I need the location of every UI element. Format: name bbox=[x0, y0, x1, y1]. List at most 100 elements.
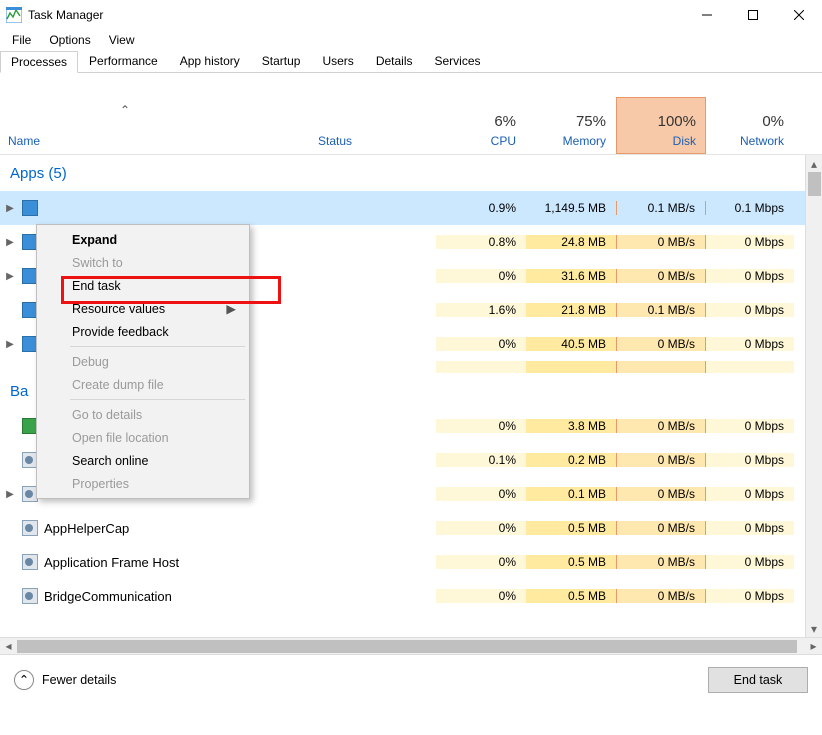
menu-bar: File Options View bbox=[0, 30, 822, 50]
chevron-right-icon[interactable]: ▶ bbox=[4, 339, 16, 350]
process-icon bbox=[22, 554, 38, 570]
scroll-track[interactable] bbox=[17, 638, 805, 655]
maximize-button[interactable] bbox=[730, 0, 776, 30]
cell-cpu: 0.9% bbox=[436, 201, 526, 215]
table-row[interactable]: AppHelperCap 0% 0.5 MB 0 MB/s 0 Mbps bbox=[0, 511, 822, 545]
cell-disk: 0 MB/s bbox=[616, 269, 706, 283]
cell-cpu: 0% bbox=[436, 589, 526, 603]
cell-mem: 31.6 MB bbox=[526, 269, 616, 283]
tab-users[interactable]: Users bbox=[311, 50, 364, 72]
menu-view[interactable]: View bbox=[101, 31, 143, 49]
horizontal-scrollbar[interactable]: ◂ ▸ bbox=[0, 637, 822, 654]
chevron-right-icon[interactable]: ▶ bbox=[4, 237, 16, 248]
menu-options[interactable]: Options bbox=[41, 31, 98, 49]
col-disk[interactable]: 100% Disk bbox=[616, 97, 706, 154]
process-name: AppHelperCap bbox=[44, 521, 129, 536]
cell-cpu: 0.8% bbox=[436, 235, 526, 249]
cell-net: 0 Mbps bbox=[706, 453, 794, 467]
table-row[interactable]: BridgeCommunication 0% 0.5 MB 0 MB/s 0 M… bbox=[0, 579, 822, 613]
cell-cpu: 0% bbox=[436, 419, 526, 433]
chevron-right-icon[interactable]: ▶ bbox=[4, 203, 16, 214]
process-icon bbox=[22, 588, 38, 604]
ctx-provide-feedback[interactable]: Provide feedback bbox=[40, 320, 246, 343]
cell-net: 0 Mbps bbox=[706, 555, 794, 569]
cell-net: 0 Mbps bbox=[706, 589, 794, 603]
ctx-resource-values[interactable]: Resource values▶ bbox=[40, 297, 246, 320]
col-status[interactable]: Status bbox=[310, 97, 436, 154]
network-usage-percent: 0% bbox=[762, 113, 784, 130]
col-network-label: Network bbox=[740, 134, 784, 148]
cell-cpu: 0% bbox=[436, 521, 526, 535]
tab-performance[interactable]: Performance bbox=[78, 50, 169, 72]
disk-usage-percent: 100% bbox=[658, 113, 696, 130]
ctx-open-file-location: Open file location bbox=[40, 426, 246, 449]
chevron-right-icon[interactable]: ▶ bbox=[4, 271, 16, 282]
cell-mem: 0.5 MB bbox=[526, 555, 616, 569]
group-apps-label: Apps (5) bbox=[0, 155, 67, 191]
cell-cpu: 0% bbox=[436, 337, 526, 351]
cell-disk: 0 MB/s bbox=[616, 589, 706, 603]
minimize-button[interactable] bbox=[684, 0, 730, 30]
fewer-details-label: Fewer details bbox=[42, 673, 116, 687]
menu-file[interactable]: File bbox=[4, 31, 39, 49]
cell-mem: 21.8 MB bbox=[526, 303, 616, 317]
cell-net: 0 Mbps bbox=[706, 487, 794, 501]
fewer-details-button[interactable]: ⌃ Fewer details bbox=[14, 670, 116, 690]
ctx-expand[interactable]: Expand bbox=[40, 228, 246, 251]
col-memory[interactable]: 75% Memory bbox=[526, 97, 616, 154]
sort-indicator-icon: ⌃ bbox=[120, 103, 130, 117]
group-apps[interactable]: Apps (5) bbox=[0, 155, 822, 191]
vertical-scrollbar[interactable]: ▴ ▾ bbox=[805, 155, 822, 637]
cell-net: 0 Mbps bbox=[706, 419, 794, 433]
cell-disk: 0 MB/s bbox=[616, 419, 706, 433]
cell-net: 0 Mbps bbox=[706, 521, 794, 535]
cell-disk: 0 MB/s bbox=[616, 337, 706, 351]
end-task-button[interactable]: End task bbox=[708, 667, 808, 693]
ctx-go-to-details: Go to details bbox=[40, 403, 246, 426]
chevron-right-icon[interactable]: ▶ bbox=[4, 489, 16, 500]
scroll-thumb[interactable] bbox=[808, 172, 821, 196]
scroll-down-icon[interactable]: ▾ bbox=[806, 620, 822, 637]
process-name: Application Frame Host bbox=[44, 555, 179, 570]
scroll-right-icon[interactable]: ▸ bbox=[805, 638, 822, 655]
table-row[interactable]: ▶ 0.9% 1,149.5 MB 0.1 MB/s 0.1 Mbps bbox=[0, 191, 822, 225]
tab-startup[interactable]: Startup bbox=[251, 50, 312, 72]
ctx-search-online[interactable]: Search online bbox=[40, 449, 246, 472]
cell-mem: 24.8 MB bbox=[526, 235, 616, 249]
col-name[interactable]: ⌃ Name bbox=[0, 97, 310, 154]
cell-net: 0 Mbps bbox=[706, 303, 794, 317]
tab-details[interactable]: Details bbox=[365, 50, 424, 72]
cell-net: 0 Mbps bbox=[706, 235, 794, 249]
cell-cpu: 1.6% bbox=[436, 303, 526, 317]
cell-mem: 0.2 MB bbox=[526, 453, 616, 467]
group-background-label: Ba bbox=[0, 373, 36, 409]
cell-disk: 0 MB/s bbox=[616, 235, 706, 249]
tab-app-history[interactable]: App history bbox=[169, 50, 251, 72]
scroll-left-icon[interactable]: ◂ bbox=[0, 638, 17, 655]
cell-cpu: 0% bbox=[436, 487, 526, 501]
scroll-up-icon[interactable]: ▴ bbox=[806, 155, 822, 172]
col-network[interactable]: 0% Network bbox=[706, 97, 794, 154]
cell-disk: 0 MB/s bbox=[616, 453, 706, 467]
cell-net: 0 Mbps bbox=[706, 269, 794, 283]
col-name-label: Name bbox=[8, 134, 40, 148]
memory-usage-percent: 75% bbox=[576, 113, 606, 130]
table-row[interactable]: Application Frame Host 0% 0.5 MB 0 MB/s … bbox=[0, 545, 822, 579]
process-name: BridgeCommunication bbox=[44, 589, 172, 604]
tab-services[interactable]: Services bbox=[424, 50, 492, 72]
cell-disk: 0 MB/s bbox=[616, 555, 706, 569]
cell-net: 0.1 Mbps bbox=[706, 201, 794, 215]
close-button[interactable] bbox=[776, 0, 822, 30]
col-cpu[interactable]: 6% CPU bbox=[436, 97, 526, 154]
tab-processes[interactable]: Processes bbox=[0, 51, 78, 73]
ctx-debug: Debug bbox=[40, 350, 246, 373]
footer: ⌃ Fewer details End task bbox=[0, 654, 822, 704]
window-title: Task Manager bbox=[28, 8, 103, 22]
tab-bar: Processes Performance App history Startu… bbox=[0, 50, 822, 73]
scroll-thumb[interactable] bbox=[17, 640, 797, 653]
col-memory-label: Memory bbox=[563, 134, 606, 148]
cell-net: 0 Mbps bbox=[706, 337, 794, 351]
ctx-create-dump: Create dump file bbox=[40, 373, 246, 396]
ctx-end-task[interactable]: End task bbox=[40, 274, 246, 297]
context-menu: Expand Switch to End task Resource value… bbox=[36, 224, 250, 499]
